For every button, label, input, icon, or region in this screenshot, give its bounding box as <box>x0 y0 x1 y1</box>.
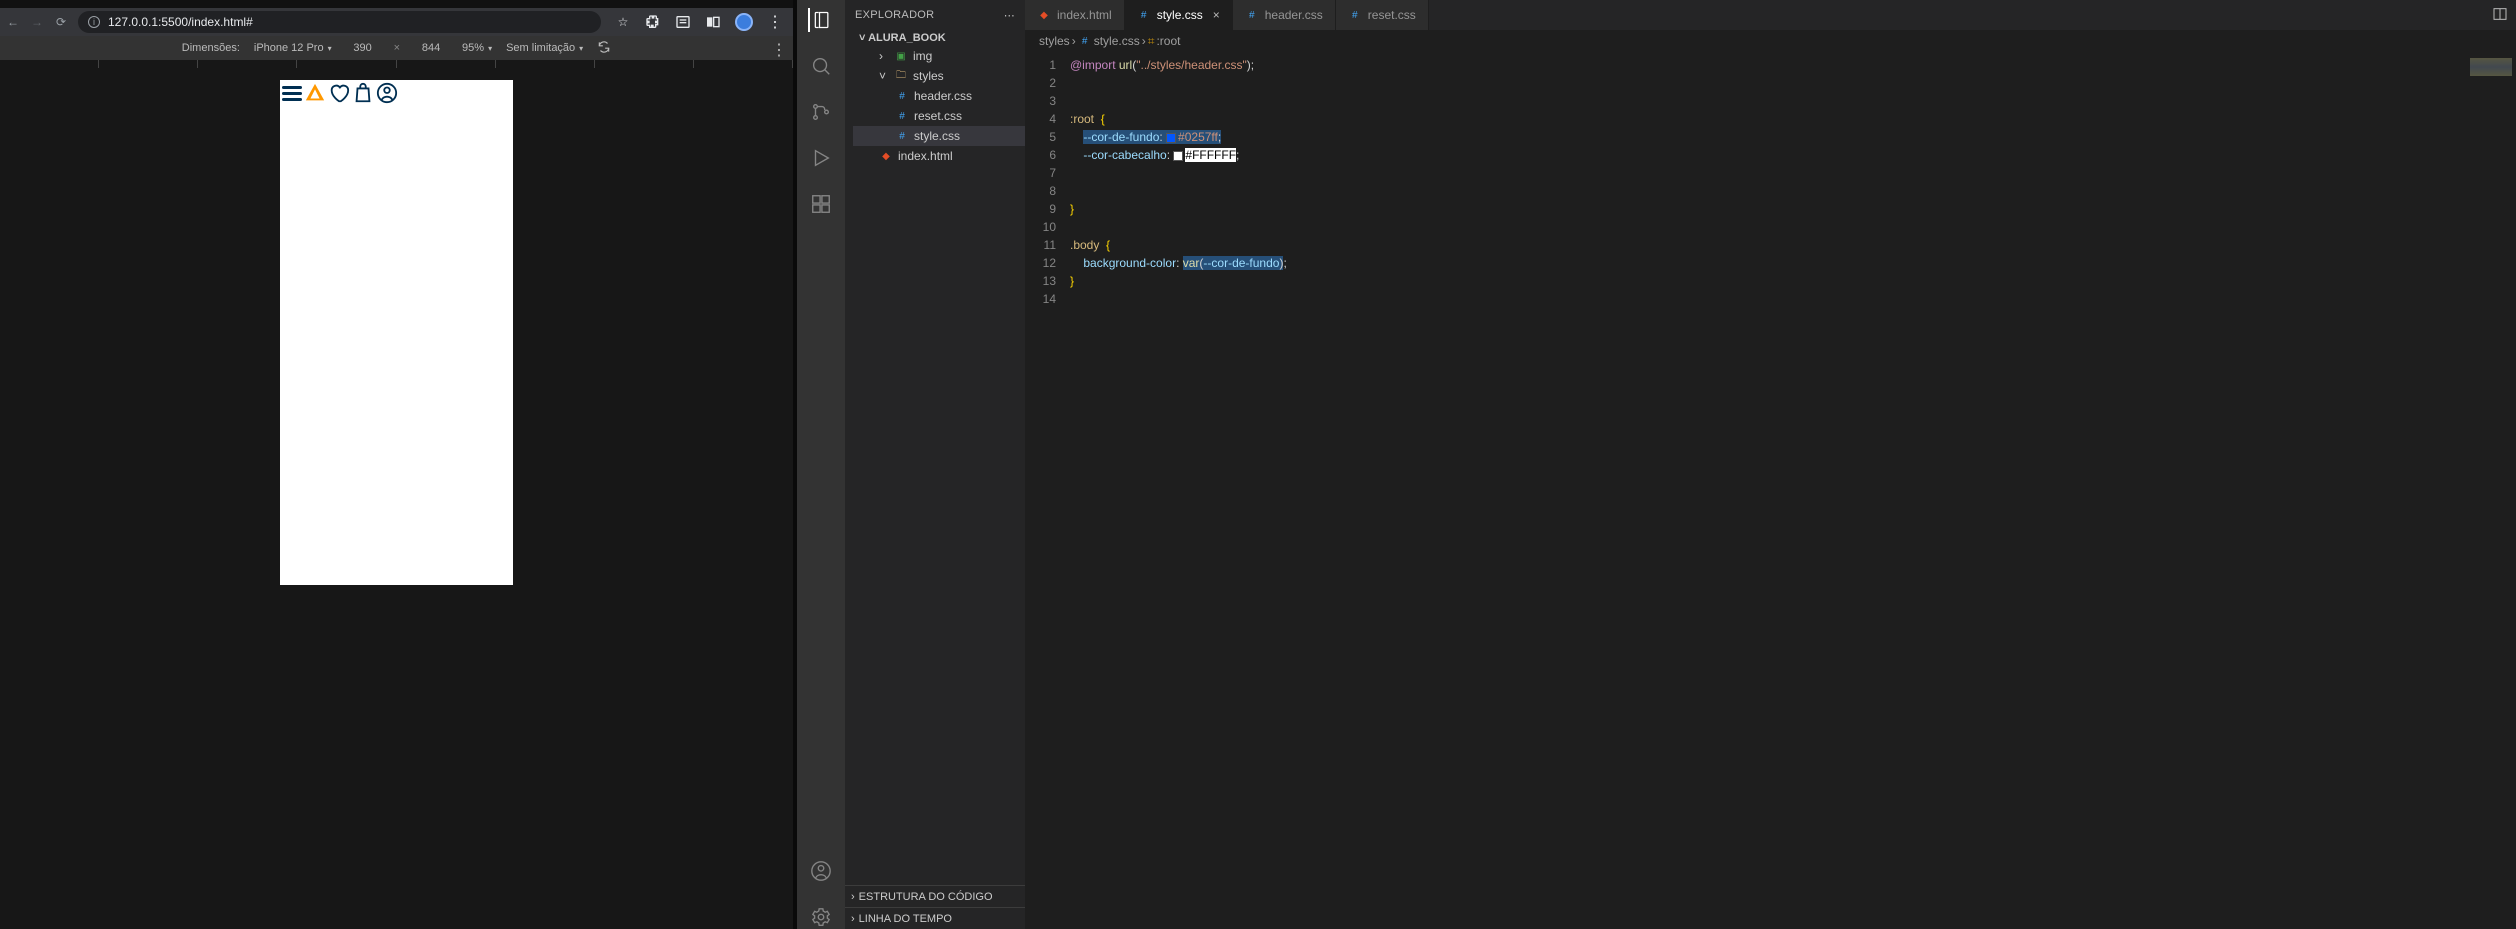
code-content[interactable]: @import url("../styles/header.css"); :ro… <box>1070 52 2466 929</box>
folder-img[interactable]: ›▣img <box>853 46 1025 66</box>
split-editor-icon[interactable] <box>2492 6 2508 25</box>
file-index-html[interactable]: ◆index.html <box>853 146 1025 166</box>
tab-reset-css[interactable]: #reset.css <box>1336 0 1429 30</box>
tab-style-css[interactable]: #style.css× <box>1125 0 1233 30</box>
editor-area: ◆index.html #style.css× #header.css #res… <box>1025 0 2516 929</box>
file-header-css[interactable]: #header.css <box>853 86 1025 106</box>
code-editor[interactable]: 1234567891011121314 @import url("../styl… <box>1025 52 2516 929</box>
device-width-input[interactable] <box>346 42 380 54</box>
close-tab-icon[interactable]: × <box>1213 8 1220 22</box>
project-root[interactable]: ALURA_BOOK <box>845 30 1025 46</box>
back-icon[interactable]: ← <box>6 15 20 29</box>
breadcrumb-file-icon: # <box>1078 34 1092 48</box>
breadcrumb[interactable]: styles › # style.css › ⌗ :root <box>1025 30 2516 52</box>
file-reset-css[interactable]: #reset.css <box>853 106 1025 126</box>
reload-icon[interactable]: ⟳ <box>54 15 68 29</box>
sidebar-ellipsis-icon[interactable]: ⋯ <box>1004 9 1015 22</box>
devtools-device-bar: Dimensões: iPhone 12 Pro × 95% Sem limit… <box>0 36 793 60</box>
file-style-css[interactable]: #style.css <box>853 126 1025 146</box>
folder-styles[interactable]: ˅🗀styles <box>853 66 1025 86</box>
outline-section[interactable]: ESTRUTURA DO CÓDIGO <box>845 885 1025 907</box>
logo-icon[interactable] <box>304 82 326 104</box>
tab-index-html[interactable]: ◆index.html <box>1025 0 1125 30</box>
tabs-bar: ◆index.html #style.css× #header.css #res… <box>1025 0 2516 30</box>
ruler-horizontal <box>0 60 793 68</box>
minimap[interactable] <box>2466 52 2516 929</box>
line-gutter: 1234567891011121314 <box>1025 52 1070 929</box>
kebab-menu-icon[interactable]: ⋮ <box>767 12 783 32</box>
reader-icon[interactable] <box>675 14 691 30</box>
browser-toolbar: ← → ⟳ i 127.0.0.1:5500/index.html# ☆ ⋮ <box>0 8 793 36</box>
settings-gear-icon[interactable] <box>809 905 833 929</box>
sidebar-header: EXPLORADOR ⋯ <box>845 0 1025 30</box>
page-viewport: ⋮ <box>0 60 793 929</box>
timeline-section[interactable]: LINHA DO TEMPO <box>845 907 1025 929</box>
hamburger-menu-icon[interactable] <box>282 82 302 104</box>
extensions-icon[interactable] <box>809 192 833 216</box>
device-dimensions-label: Dimensões: <box>182 42 240 54</box>
device-height-input[interactable] <box>414 42 448 54</box>
search-activity-icon[interactable] <box>809 54 833 78</box>
zoom-selector[interactable]: 95% <box>462 42 492 54</box>
vscode-window: EXPLORADOR ⋯ ALURA_BOOK ›▣img ˅🗀styles #… <box>797 0 2516 929</box>
forward-icon[interactable]: → <box>30 15 44 29</box>
device-selector[interactable]: iPhone 12 Pro <box>254 42 332 54</box>
dim-separator: × <box>394 42 400 54</box>
tab-header-css[interactable]: #header.css <box>1233 0 1336 30</box>
url-bar[interactable]: i 127.0.0.1:5500/index.html# <box>78 11 601 33</box>
file-tree: ›▣img ˅🗀styles #header.css #reset.css #s… <box>845 46 1025 166</box>
avatar[interactable] <box>735 13 753 31</box>
source-control-icon[interactable] <box>809 100 833 124</box>
site-info-icon[interactable]: i <box>88 16 100 28</box>
activity-bar <box>797 0 845 929</box>
run-debug-icon[interactable] <box>809 146 833 170</box>
rotate-icon[interactable] <box>597 40 611 57</box>
throttle-selector[interactable]: Sem limitação <box>506 42 583 54</box>
user-icon[interactable] <box>376 82 398 104</box>
devtools-kebab-icon[interactable]: ⋮ <box>771 40 787 60</box>
breadcrumb-symbol-icon: ⌗ <box>1148 34 1155 49</box>
star-icon[interactable]: ☆ <box>615 14 631 30</box>
extension-icon[interactable] <box>645 14 661 30</box>
sidebar: EXPLORADOR ⋯ ALURA_BOOK ›▣img ˅🗀styles #… <box>845 0 1025 929</box>
rendered-page <box>280 80 513 585</box>
bag-icon[interactable] <box>352 82 374 104</box>
tabstrip <box>0 0 793 8</box>
explorer-title: EXPLORADOR <box>855 9 934 21</box>
account-icon[interactable] <box>809 859 833 883</box>
page-header <box>280 80 513 106</box>
panel-icon[interactable] <box>705 14 721 30</box>
chrome-window: ← → ⟳ i 127.0.0.1:5500/index.html# ☆ ⋮ <box>0 0 797 929</box>
url-text: 127.0.0.1:5500/index.html# <box>108 15 253 29</box>
explorer-icon[interactable] <box>808 8 832 32</box>
heart-icon[interactable] <box>328 82 350 104</box>
